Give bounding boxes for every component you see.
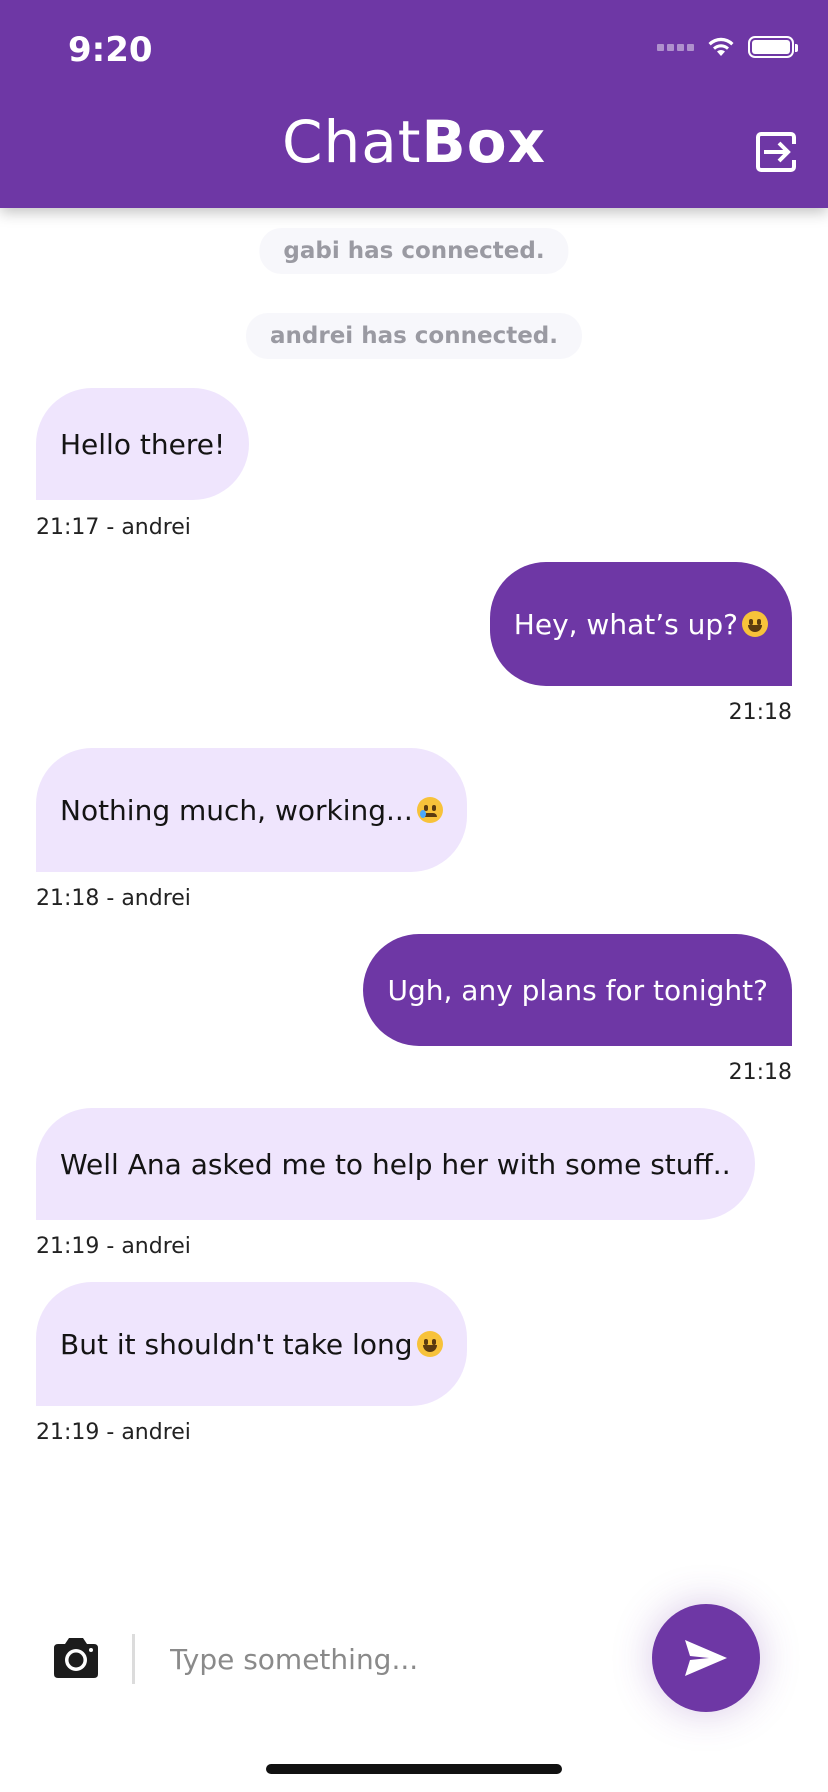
crying-face-icon: [416, 797, 443, 823]
incoming-message-bubble: But it shouldn't take long: [36, 1282, 467, 1406]
message-text: Hello there!: [60, 427, 226, 461]
cellular-signal-icon: [657, 43, 694, 51]
message-text: Ugh, any plans for tonight?: [387, 973, 768, 1007]
home-indicator: [266, 1764, 562, 1774]
status-time: 9:20: [68, 30, 153, 70]
composer-divider: [132, 1634, 135, 1684]
message-input[interactable]: [168, 1630, 632, 1688]
message-meta: 21:18: [728, 700, 792, 725]
message-text: But it shouldn't take long: [60, 1327, 413, 1361]
message-meta: 21:18: [728, 1060, 792, 1085]
grinning-face-icon: [742, 611, 768, 637]
camera-icon[interactable]: [50, 1636, 102, 1680]
message-text: Hey, what’s up?: [513, 607, 738, 641]
incoming-message-bubble: Well Ana asked me to help her with some …: [36, 1108, 755, 1220]
message-meta: 21:19 - andrei: [36, 1420, 191, 1445]
app-title: ChatBox: [281, 108, 546, 176]
system-message: andrei has connected.: [246, 313, 582, 359]
message-meta: 21:18 - andrei: [36, 886, 191, 911]
incoming-message-bubble: Nothing much, working...: [36, 748, 467, 872]
message-meta: 21:19 - andrei: [36, 1234, 191, 1259]
app-header: 9:20 ChatBox: [0, 0, 828, 208]
status-icons: [657, 36, 798, 58]
beaming-face-icon: [416, 1331, 443, 1357]
battery-icon: [748, 36, 798, 58]
message-meta: 21:17 - andrei: [36, 515, 191, 540]
message-text: Well Ana asked me to help her with some …: [60, 1147, 731, 1181]
message-text: Nothing much, working...: [60, 793, 413, 827]
system-message: gabi has connected.: [259, 228, 569, 274]
incoming-message-bubble: Hello there!: [36, 388, 250, 500]
send-icon: [685, 1640, 727, 1676]
wifi-icon: [708, 37, 734, 56]
send-button[interactable]: [652, 1604, 760, 1712]
outgoing-message-bubble: Hey, what’s up?: [489, 562, 792, 686]
logout-icon[interactable]: [754, 130, 798, 174]
outgoing-message-bubble: Ugh, any plans for tonight?: [363, 934, 792, 1046]
